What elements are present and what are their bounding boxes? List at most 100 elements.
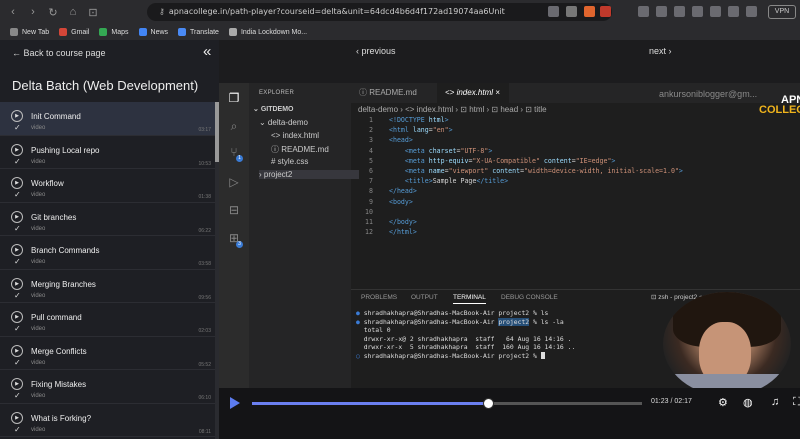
settings-gear-icon[interactable]: ⚙: [718, 396, 728, 409]
check-icon: ✓: [14, 156, 21, 166]
lesson-item[interactable]: ▶ ✓ Merge Conflicts video 05:52: [0, 337, 215, 370]
run-debug-icon[interactable]: ▷: [227, 175, 241, 189]
play-icon[interactable]: [230, 397, 240, 409]
file-tree-item[interactable]: <> index.html: [271, 131, 319, 140]
brave-icon[interactable]: [584, 6, 595, 17]
check-icon: ✓: [14, 391, 21, 400]
lesson-item[interactable]: ▶ ✓ Branch Commands video 03:58: [0, 236, 215, 270]
lesson-type: video: [31, 426, 46, 433]
fullscreen-icon[interactable]: ⛶: [793, 396, 800, 409]
bookmark-icon[interactable]: ⊡: [86, 6, 100, 19]
code-text: <title>Sample Page</title>: [404, 177, 509, 186]
lesson-type: video: [31, 125, 46, 131]
key-icon[interactable]: [548, 6, 559, 17]
search-icon[interactable]: ⌕: [227, 119, 241, 133]
lesson-type: video: [31, 158, 46, 165]
back-to-course-link[interactable]: ← Back to course page: [12, 48, 106, 58]
lock-icon: ⚷: [159, 7, 165, 16]
tab-index-html[interactable]: <> index.html ×: [437, 83, 509, 103]
files-icon[interactable]: ❐: [227, 91, 241, 105]
reload-icon[interactable]: ↻: [46, 6, 60, 19]
lesson-item[interactable]: ▶ ✓ What is Forking? video 08:11: [0, 404, 215, 437]
next-button[interactable]: next ›: [649, 46, 672, 56]
terminal-line: ● shradhakhapra@Shradhas-MacBook-Air pro…: [356, 309, 549, 317]
extension-icon[interactable]: [728, 6, 739, 17]
bookmark-item[interactable]: India Lockdown Mo...: [228, 28, 307, 36]
lesson-item[interactable]: ▶ ✓ Fixing Mistakes video 06:10: [0, 370, 215, 404]
file-tree-item[interactable]: # style.css: [271, 157, 308, 166]
vpn-button[interactable]: VPN: [768, 5, 796, 19]
collapse-sidebar-icon[interactable]: «: [203, 43, 211, 60]
code-text: </html>: [389, 228, 417, 237]
play-circle-icon: ▶: [11, 244, 23, 256]
bookmark-item[interactable]: New Tab: [10, 28, 49, 36]
check-icon: ✓: [14, 324, 21, 333]
tab-debug-console[interactable]: DEBUG CONSOLE: [501, 294, 558, 301]
captions-icon[interactable]: ◍: [743, 396, 753, 409]
lesson-item[interactable]: ▶ ✓ Pushing Local repo video 10:53: [0, 136, 215, 169]
lesson-type: video: [31, 192, 46, 198]
code-editor[interactable]: 1 <!DOCTYPE html> 2 <html lang="en"> 3 <head>…: [351, 116, 800, 238]
line-number: 8: [369, 187, 373, 196]
course-sidebar: ← Back to course page « Delta Batch (Web…: [0, 40, 219, 439]
file-tree-item[interactable]: › project2: [259, 170, 359, 179]
previous-button[interactable]: ‹ previous: [356, 46, 396, 56]
tab-output[interactable]: OUTPUT: [411, 294, 438, 301]
play-circle-icon: ▶: [11, 411, 23, 424]
file-tree-item[interactable]: ⌄ delta-demo: [259, 118, 308, 127]
line-number: 10: [365, 207, 373, 216]
lesson-duration: 03:58: [198, 261, 211, 267]
extension-icon[interactable]: [692, 6, 703, 17]
terminal-line: total 0: [356, 326, 391, 335]
lesson-duration: 10:53: [198, 160, 211, 167]
home-icon[interactable]: ⌂: [66, 6, 80, 18]
volume-icon[interactable]: ♫: [771, 396, 779, 408]
lesson-list: ▶ ✓ Init Command video 03:17 ▶ ✓ Pushing Local …: [0, 102, 215, 437]
code-line: 3 <head>: [351, 136, 800, 146]
terminal-output[interactable]: ● shradhakhapra@Shradhas-MacBook-Air pro…: [356, 309, 575, 361]
address-bar[interactable]: ⚷ apnacollege.in/path-player?courseid=del…: [147, 3, 612, 21]
watermark-text: ankursoniblogger@gm...: [659, 89, 758, 99]
code-line: 9 <body>: [351, 198, 800, 208]
file-tree-item[interactable]: ⓘ README.md: [271, 144, 329, 155]
video-nav: ‹ previous next ›: [219, 40, 800, 64]
browser-toolbar: ‹ › ↻ ⌂ ⊡ ⚷ apnacollege.in/path-player?co…: [0, 0, 800, 24]
workspace-root[interactable]: ⌄ GITDEMO: [253, 105, 293, 113]
line-number: 9: [369, 197, 373, 206]
new-tab-icon: [10, 28, 18, 36]
tab-problems[interactable]: PROBLEMS: [361, 294, 397, 301]
share-icon[interactable]: [566, 6, 577, 17]
extension-icon[interactable]: [746, 6, 757, 17]
lesson-item[interactable]: ▶ ✓ Pull command video 02:03: [0, 303, 215, 337]
lesson-item[interactable]: ▶ ✓ Git branches video 06:22: [0, 203, 215, 236]
bookmark-item[interactable]: Maps: [99, 28, 129, 36]
lesson-item[interactable]: ▶ ✓ Merging Branches video 09:56: [0, 270, 215, 303]
play-circle-icon: ▶: [11, 210, 23, 223]
extension-icon[interactable]: [638, 6, 649, 17]
seek-handle[interactable]: [482, 398, 494, 409]
terminal-line: drwxr-xr-x@ 2 shradhakhapra staff 64 Aug…: [356, 334, 572, 343]
bookmark-item[interactable]: Gmail: [59, 28, 89, 36]
extension-icon[interactable]: [656, 6, 667, 17]
extension-icon[interactable]: [674, 6, 685, 17]
check-icon: ✓: [14, 257, 21, 266]
line-number: 12: [365, 228, 373, 237]
code-line: 10: [351, 208, 800, 218]
tab-readme[interactable]: ⓘ README.md: [351, 83, 437, 103]
explorer-panel: EXPLORER ⌄ GITDEMO ⌄ delta-demo <> index.…: [249, 83, 359, 388]
check-icon: ✓: [14, 290, 21, 300]
shield-icon[interactable]: [600, 6, 611, 17]
back-arrow-icon[interactable]: ‹: [6, 6, 20, 18]
play-circle-icon: ▶: [11, 110, 23, 122]
lesson-item[interactable]: ▶ ✓ Workflow video 01:38: [0, 169, 215, 203]
extension-icon[interactable]: [710, 6, 721, 17]
tab-terminal[interactable]: TERMINAL: [453, 294, 486, 304]
remote-icon[interactable]: ⊟: [227, 203, 241, 217]
play-circle-icon: ▶: [11, 344, 23, 357]
bookmark-item[interactable]: News: [138, 28, 168, 36]
forward-arrow-icon[interactable]: ›: [26, 6, 40, 18]
seek-bar[interactable]: [252, 398, 642, 409]
lesson-item[interactable]: ▶ ✓ Init Command video 03:17: [0, 102, 215, 136]
code-line: 8 </head>: [351, 187, 800, 197]
bookmark-item[interactable]: Translate: [178, 28, 219, 36]
